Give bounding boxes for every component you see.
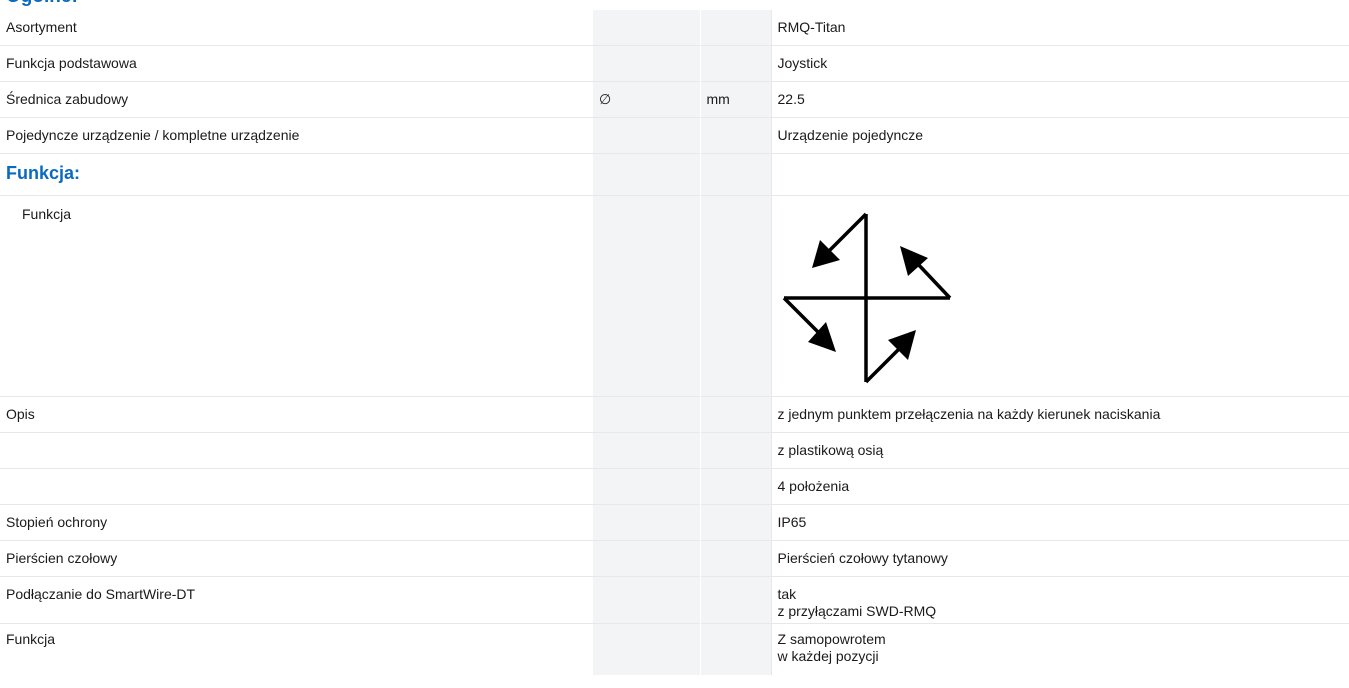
row-label: Asortyment [6,19,77,35]
row-label: Pierścien czołowy [0,539,593,576]
row-symbol [593,467,700,504]
row-unit [699,622,771,675]
section-header-partial: Ogólne: [0,0,1349,10]
row-symbol [593,575,700,623]
table-row: z plastikową osią [0,431,1349,468]
row-value: z jednym punktem przełączenia na każdy k… [770,395,1349,432]
row-symbol [593,539,700,576]
diagonal-stroke [864,344,903,383]
table-row: Pojedyncze urządzenie / kompletne urządz… [0,116,1349,153]
diameter-symbol: ∅ [593,80,700,117]
diagonal-stroke [914,260,951,299]
value-line: w każdej pozycji [777,647,879,664]
row-value: tak z przyłączami SWD-RMQ [770,575,1349,623]
row-unit [699,194,771,396]
table-row: 4 położenia [0,467,1349,504]
row-unit [699,539,771,576]
table-row: Funkcja [0,194,1349,396]
row-label: Opis [0,395,593,432]
row-value: 22.5 [770,80,1349,117]
row-label: Średnica zabudowy [0,80,593,117]
row-unit [699,116,771,153]
row-label [0,431,593,468]
row-value [770,194,1349,396]
value-line: Z samopowrotem [777,630,886,647]
row-symbol [593,10,700,45]
row-symbol [593,503,700,540]
arrowheads [807,239,928,360]
row-symbol [593,194,700,396]
row-unit: mm [699,80,771,117]
row-label: Podłączanie do SmartWire-DT [0,575,593,623]
row-value: RMQ-Titan [770,10,1349,45]
section-row: Funkcja: [0,152,1349,195]
row-symbol [593,44,700,81]
table-row: Średnica zabudowy ∅ mm 22.5 [0,80,1349,117]
joystick-4-directions-diagram [782,212,951,383]
row-value: IP65 [770,503,1349,540]
row-symbol [593,622,700,675]
row-value: 4 położenia [770,467,1349,504]
diagonal-stroke [822,212,867,257]
row-unit [699,503,771,540]
table-row: Asortyment RMQ-Titan [0,10,1349,45]
table-row: Funkcja Z samopowrotem w każdej pozycji [0,622,1349,675]
row-unit [699,44,771,81]
row-unit [699,395,771,432]
section-title: Funkcja: [6,162,81,183]
table-row: Pierścien czołowy Pierścień czołowy tyta… [0,539,1349,576]
diagonal-stroke [782,296,823,337]
function-label: Funkcja [22,205,72,222]
row-unit [699,467,771,504]
row-label: Funkcja podstawowa [0,44,593,81]
row-symbol [593,395,700,432]
row-symbol [593,431,700,468]
row-value: z plastikową osią [770,431,1349,468]
row-value: Z samopowrotem w każdej pozycji [770,622,1349,675]
row-value: Urządzenie pojedyncze [770,116,1349,153]
row-value: Pierścień czołowy tytanowy [770,539,1349,576]
row-label: Funkcja [0,194,593,396]
section-title-cell: Funkcja: [0,152,593,195]
table-row: Funkcja podstawowa Joystick [0,44,1349,81]
row-label: Stopień ochrony [0,503,593,540]
row-label: Pojedyncze urządzenie / kompletne urządz… [0,116,593,153]
row-label [0,467,593,504]
row-symbol [593,152,700,195]
row-unit [699,431,771,468]
table-row: Stopień ochrony IP65 [0,503,1349,540]
row-unit [699,10,771,45]
value-line: z przyłączami SWD-RMQ [777,602,937,619]
section-header-partial-text: Ogólne: [6,0,78,8]
specification-table: Asortyment RMQ-Titan Funkcja podstawowa … [0,10,1349,675]
row-label: Funkcja [0,622,593,675]
row-value [770,152,1349,195]
row-symbol [593,116,700,153]
table-row: Opis z jednym punktem przełączenia na ka… [0,395,1349,432]
row-value: Joystick [770,44,1349,81]
table-row: Podłączanie do SmartWire-DT tak z przyłą… [0,575,1349,623]
row-unit [699,152,771,195]
value-line: tak [777,585,797,602]
row-unit [699,575,771,623]
